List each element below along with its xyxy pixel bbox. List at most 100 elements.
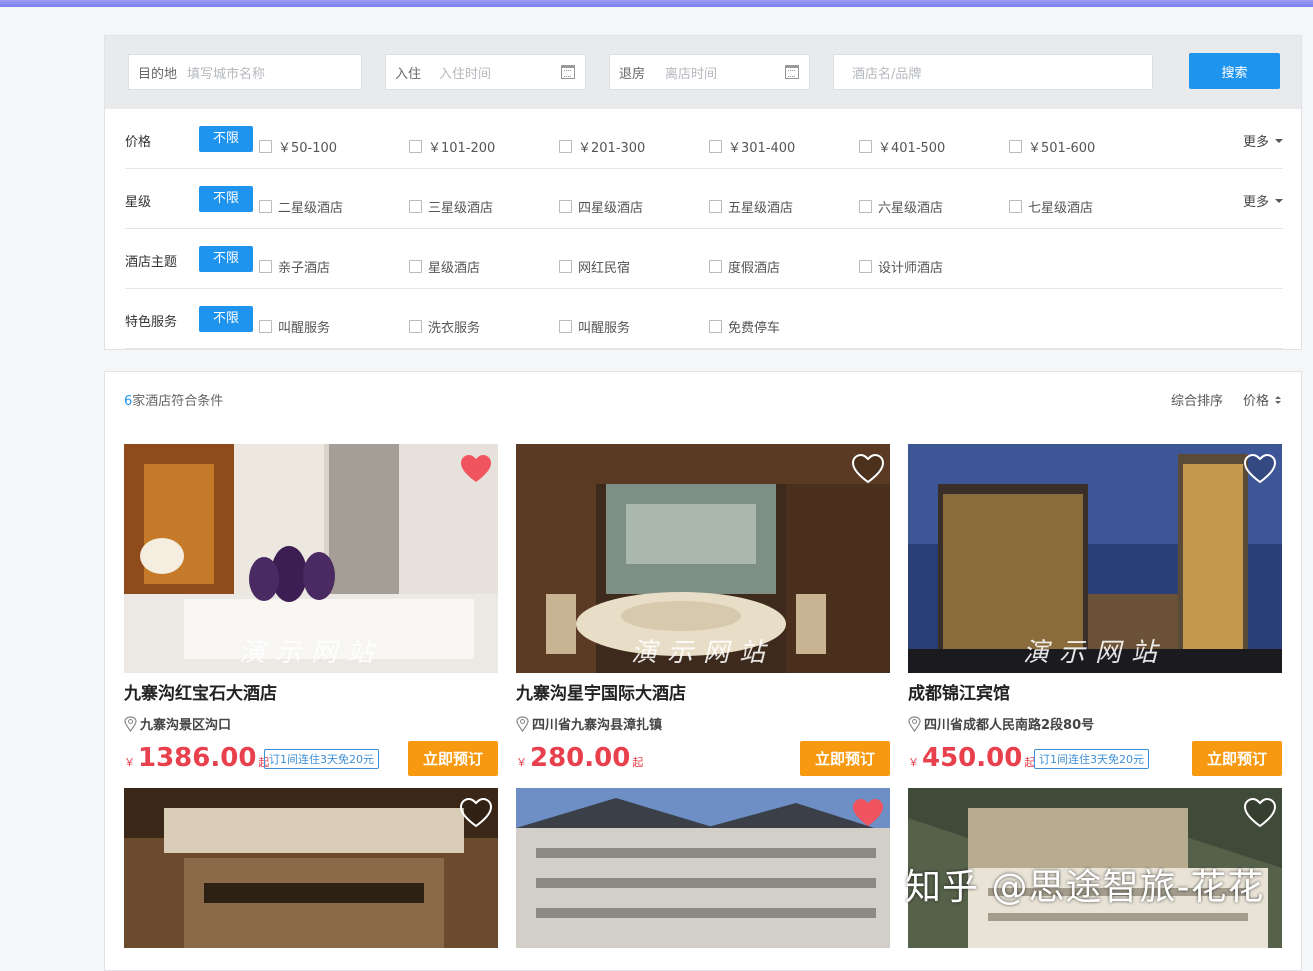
promo-badge: 订1间连住3天免20元 — [1034, 749, 1149, 769]
calendar-icon[interactable] — [785, 65, 799, 79]
hotel-photo[interactable]: 演示网站 — [516, 444, 890, 673]
filter-option[interactable]: 免费停车 — [709, 317, 780, 336]
checkbox[interactable] — [1009, 140, 1022, 153]
destination-placeholder: 填写城市名称 — [187, 66, 266, 82]
hotel-card[interactable]: 演示网站 成都锦江宾馆 四川省成都人民南路2段80号 ￥ 450.00 起 订1间连… — [908, 444, 1282, 777]
checkbox[interactable] — [859, 140, 872, 153]
location-pin-icon — [908, 715, 921, 732]
favorite-heart-icon[interactable] — [1244, 798, 1276, 828]
filter-option[interactable]: 六星级酒店 — [859, 197, 943, 216]
filter-option[interactable]: 三星级酒店 — [409, 197, 493, 216]
checkbox[interactable] — [409, 200, 422, 213]
checkbox[interactable] — [1009, 200, 1022, 213]
hotel-card[interactable] — [124, 788, 498, 948]
hotel-photo[interactable]: 演示网站 — [908, 444, 1282, 673]
building-photo — [516, 788, 890, 948]
favorite-heart-icon[interactable] — [1244, 454, 1276, 484]
hotel-name[interactable]: 成都锦江宾馆 — [908, 679, 1282, 704]
favorite-heart-icon[interactable] — [852, 454, 884, 484]
filter-option[interactable]: 四星级酒店 — [559, 197, 643, 216]
checkbox[interactable] — [259, 320, 272, 333]
sort-default[interactable]: 综合排序 — [1171, 390, 1223, 409]
hotel-card[interactable] — [516, 788, 890, 948]
checkbox[interactable] — [859, 260, 872, 273]
sort-price[interactable]: 价格 — [1243, 390, 1281, 409]
filter-title: 价格 — [125, 135, 152, 150]
checkbox[interactable] — [559, 200, 572, 213]
unlimited-button[interactable]: 不限 — [199, 306, 253, 332]
hotel-price: ￥ 450.00 起 — [908, 743, 1036, 773]
filter-title: 酒店主题 — [125, 255, 178, 270]
location-pin-icon — [516, 715, 529, 732]
checkbox[interactable] — [709, 260, 722, 273]
filter-row-theme: 酒店主题 不限 亲子酒店 星级酒店 网红民宿 度假酒店 设计师酒店 — [125, 229, 1283, 289]
filter-option[interactable]: 五星级酒店 — [709, 197, 793, 216]
price-row: ￥ 450.00 起 订1间连住3天免20元 立即预订 — [908, 741, 1282, 777]
hotel-card[interactable]: 演示网站 九寨沟红宝石大酒店 九寨沟景区沟口 ￥ 1386.00 起 订1间连住3天… — [124, 444, 498, 777]
destination-field[interactable]: 目的地 填写城市名称 — [128, 54, 362, 90]
filter-option[interactable]: 亲子酒店 — [259, 257, 330, 276]
hotel-name[interactable]: 九寨沟星宇国际大酒店 — [516, 679, 890, 704]
watermark: 演示网站 — [238, 638, 383, 668]
hotel-name-field[interactable]: 酒店名/品牌 — [833, 54, 1153, 90]
hotel-photo[interactable]: 演示网站 — [124, 444, 498, 673]
filter-option[interactable]: 度假酒店 — [709, 257, 780, 276]
calendar-icon[interactable] — [561, 65, 575, 79]
more-dropdown[interactable]: 更多 — [1243, 191, 1283, 210]
top-accent-bar — [0, 0, 1313, 7]
hotel-photo[interactable] — [516, 788, 890, 948]
filter-option[interactable]: ￥401-500 — [859, 137, 945, 156]
watermark: 演示网站 — [630, 638, 775, 668]
checkbox[interactable] — [859, 200, 872, 213]
checkbox[interactable] — [409, 140, 422, 153]
filter-option[interactable]: 叫醒服务 — [559, 317, 630, 336]
filter-option[interactable]: 设计师酒店 — [859, 257, 943, 276]
checkbox[interactable] — [259, 140, 272, 153]
book-now-button[interactable]: 立即预订 — [800, 741, 890, 776]
filter-option[interactable]: 洗衣服务 — [409, 317, 480, 336]
sort-bar: 综合排序 价格 — [1171, 390, 1281, 409]
hotel-name-placeholder: 酒店名/品牌 — [852, 66, 922, 82]
price-row: ￥ 1386.00 起 订1间连住3天免20元 立即预订 — [124, 741, 498, 777]
unlimited-button[interactable]: 不限 — [199, 186, 253, 212]
checkbox[interactable] — [259, 200, 272, 213]
filter-option[interactable]: ￥201-300 — [559, 137, 645, 156]
filter-option[interactable]: 叫醒服务 — [259, 317, 330, 336]
hotel-photo[interactable] — [124, 788, 498, 948]
checkbox[interactable] — [259, 260, 272, 273]
hotel-card[interactable]: 演示网站 九寨沟星宇国际大酒店 四川省九寨沟县漳扎镇 ￥ 280.00 起 立即预订 — [516, 444, 890, 777]
checkbox[interactable] — [409, 260, 422, 273]
checkbox[interactable] — [709, 140, 722, 153]
checkout-label: 退房 — [619, 66, 646, 82]
filter-option[interactable]: ￥50-100 — [259, 137, 337, 156]
checkbox[interactable] — [409, 320, 422, 333]
checkbox[interactable] — [559, 320, 572, 333]
filter-option[interactable]: 二星级酒店 — [259, 197, 343, 216]
favorite-heart-icon[interactable] — [460, 798, 492, 828]
zhihu-watermark: 知乎 @思途智旅-花花 — [905, 867, 1265, 908]
promo-badge: 订1间连住3天免20元 — [264, 749, 379, 769]
checkbox[interactable] — [709, 200, 722, 213]
filter-row-service: 特色服务 不限 叫醒服务 洗衣服务 叫醒服务 免费停车 — [125, 289, 1283, 349]
search-button[interactable]: 搜索 — [1189, 53, 1280, 89]
filter-option[interactable]: 七星级酒店 — [1009, 197, 1093, 216]
hotel-address: 四川省九寨沟县漳扎镇 — [516, 714, 890, 733]
book-now-button[interactable]: 立即预订 — [408, 741, 498, 776]
filter-option[interactable]: 网红民宿 — [559, 257, 630, 276]
filter-option[interactable]: ￥101-200 — [409, 137, 495, 156]
checkbox[interactable] — [559, 140, 572, 153]
unlimited-button[interactable]: 不限 — [199, 126, 253, 152]
checkin-field[interactable]: 入住 入住时间 — [385, 54, 586, 90]
filter-option[interactable]: ￥301-400 — [709, 137, 795, 156]
checkbox[interactable] — [709, 320, 722, 333]
book-now-button[interactable]: 立即预订 — [1192, 741, 1282, 776]
filter-option[interactable]: ￥501-600 — [1009, 137, 1095, 156]
hotel-name[interactable]: 九寨沟红宝石大酒店 — [124, 679, 498, 704]
unlimited-button[interactable]: 不限 — [199, 246, 253, 272]
checkout-field[interactable]: 退房 离店时间 — [609, 54, 810, 90]
favorite-heart-icon[interactable] — [852, 798, 884, 828]
checkbox[interactable] — [559, 260, 572, 273]
more-dropdown[interactable]: 更多 — [1243, 131, 1283, 150]
favorite-heart-icon[interactable] — [460, 454, 492, 484]
filter-option[interactable]: 星级酒店 — [409, 257, 480, 276]
